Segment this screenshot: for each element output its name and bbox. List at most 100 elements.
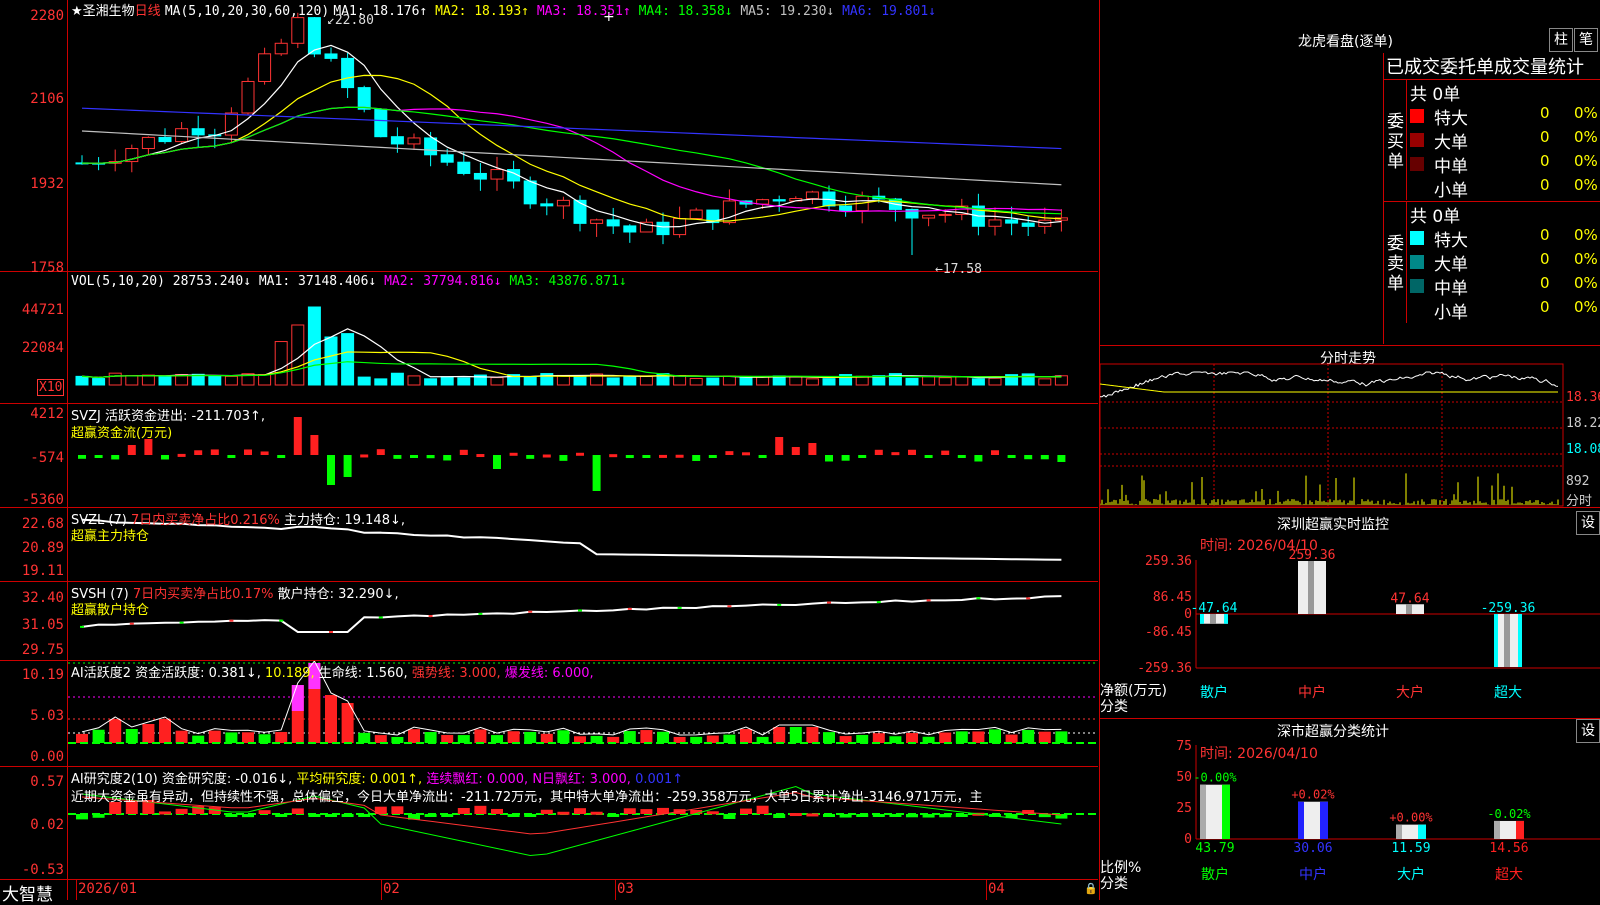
svzj-pane[interactable]: 4212 -574 -5360 SVZJ 活跃资金进出: -211.703↑, … bbox=[0, 404, 1098, 508]
fund-flow-bar bbox=[94, 455, 103, 458]
y-tick: -5360 bbox=[21, 492, 64, 508]
retail-position-tick bbox=[727, 605, 732, 608]
candle-body bbox=[357, 87, 371, 110]
ai-activity-bar bbox=[325, 695, 337, 743]
order-pct: 0% bbox=[1574, 176, 1598, 194]
candlestick-pane[interactable]: + 2280 2106 1932 1758 ★圣湘生物日线 MA(5,10,20… bbox=[0, 0, 1098, 277]
retail-position-tick bbox=[876, 601, 881, 604]
retail-position-tick bbox=[627, 607, 632, 610]
fund-flow-bar bbox=[841, 455, 850, 461]
intraday-vol-label: 分时 bbox=[1566, 494, 1593, 509]
research-bar bbox=[806, 813, 819, 817]
ai-research-pane[interactable]: 0.57 0.02 -0.53 AI研究度2(10) 资金研究度: -0.016… bbox=[0, 767, 1098, 880]
ai-activity-bar bbox=[640, 730, 653, 743]
y-tick: 44721 bbox=[21, 302, 64, 318]
research-bar bbox=[242, 814, 254, 818]
intraday-chart[interactable] bbox=[1100, 346, 1600, 507]
ai-activity-bar bbox=[76, 733, 88, 743]
volume-chart[interactable] bbox=[0, 272, 1098, 403]
y-tick: 4212 bbox=[30, 406, 64, 422]
y-tick: 22084 bbox=[21, 340, 64, 356]
ai-activity-bar bbox=[706, 735, 719, 743]
ai-activity-bar bbox=[92, 729, 105, 743]
ai-activity-pane[interactable]: 10.19 5.03 0.00 AI活跃度2 资金活跃度: 0.381↓, 10… bbox=[0, 661, 1098, 767]
sz-net-chart[interactable]: 259.3686.450-86.45-259.36-47.64散户259.36中… bbox=[1100, 508, 1600, 718]
dragon-tiger-title: 龙虎看盘(逐单) bbox=[1298, 34, 1393, 50]
order-count: 0 bbox=[1540, 274, 1550, 292]
order-pct: 0% bbox=[1574, 250, 1598, 268]
y-tick: 32.40 bbox=[21, 590, 64, 606]
svzl-pane[interactable]: 22.68 20.89 19.11 SVZL (7) 7日内买卖净占比0.216… bbox=[0, 508, 1098, 582]
order-count: 0 bbox=[1540, 128, 1550, 146]
ai-v4: 强势线: 3.000, bbox=[411, 666, 501, 681]
ai-activity-bar bbox=[374, 735, 387, 743]
volume-bar bbox=[1021, 373, 1035, 386]
volume-bar bbox=[955, 376, 969, 386]
fund-flow-bar bbox=[625, 455, 634, 459]
retail-position-tick bbox=[528, 610, 533, 613]
research-bar bbox=[789, 813, 802, 817]
intraday-y-tick: 18.36 bbox=[1566, 390, 1600, 405]
x-axis-bar[interactable]: 大智慧 2026/01 02 03 04 🔒 bbox=[0, 880, 1098, 905]
order-size-label: 小单 bbox=[1434, 303, 1468, 323]
ma-line-2 bbox=[81, 74, 1062, 222]
ai-activity-bar bbox=[109, 719, 122, 743]
volume-bar bbox=[971, 378, 985, 386]
fund-flow-bar bbox=[177, 453, 186, 457]
fund-flow-bar bbox=[791, 447, 800, 455]
volume-bar bbox=[988, 377, 1002, 386]
volume-bar bbox=[573, 376, 587, 386]
intraday-panel[interactable]: 分时走势 18.36 18.22 18.08 892 分时 bbox=[1100, 346, 1600, 509]
order-count: 0 bbox=[1540, 298, 1550, 316]
bar-value-label: -259.36 bbox=[1481, 601, 1536, 616]
y-tick: 25 bbox=[1176, 801, 1192, 816]
fund-flow-bar bbox=[194, 450, 203, 455]
svzl-sub: 超赢主力持仓 bbox=[71, 529, 150, 544]
svsh-pane[interactable]: 32.40 31.05 29.75 SVSH (7) 7日内买卖净占比0.17%… bbox=[0, 582, 1098, 661]
buy-total: 共 0单 bbox=[1410, 85, 1461, 105]
sz-class-panel: 深市超赢分类统计 设 时间: 2026/04/10 75 50 25 0 -0.00% 4… bbox=[1100, 719, 1600, 900]
order-pct: 0% bbox=[1574, 152, 1598, 170]
ai-activity-bar bbox=[889, 736, 902, 743]
chart-area[interactable]: + 2280 2106 1932 1758 ★圣湘生物日线 MA(5,10,20… bbox=[0, 0, 1098, 905]
ai-activity-bar bbox=[1038, 731, 1051, 743]
ai-activity-bar bbox=[408, 729, 420, 743]
buy-rows: 特大 0 0% 大单 0 0% 中单 0 0% 小单 0 0% bbox=[1406, 104, 1600, 201]
svzl-text1: 7日内买卖净占比0.216% bbox=[130, 513, 280, 528]
fund-flow-bar bbox=[393, 455, 402, 459]
vol-ma-values: MA1: 37148.406↓ MA2: 37794.816↓ MA3: 438… bbox=[259, 274, 627, 289]
retail-position-tick bbox=[677, 606, 682, 609]
sell-rows: 特大 0 0% 大单 0 0% 中单 0 0% 小单 0 0% bbox=[1406, 226, 1600, 323]
volume-bar bbox=[739, 376, 753, 386]
research-bar bbox=[607, 814, 620, 817]
candle-body bbox=[523, 180, 537, 205]
candle-body bbox=[175, 128, 189, 143]
lock-icon[interactable]: 🔒 bbox=[1084, 882, 1098, 895]
research-comment: 近期大资金虽有异动，但持续性不强，总体偏空，今日大单净流出：-211.72万元，… bbox=[71, 790, 983, 805]
sz-class-chart[interactable]: 75 50 25 0 -0.00% 43.79 散户 +0.02% 30.06 中户 +0.00% 1… bbox=[1100, 719, 1600, 900]
tick-mode-button[interactable]: 笔 bbox=[1574, 28, 1598, 52]
fund-flow-bar bbox=[891, 452, 900, 456]
svsh-text2: 散户持仓: 32.290↓, bbox=[277, 587, 399, 602]
candle-body bbox=[424, 137, 438, 156]
fund-flow-bar bbox=[293, 417, 302, 455]
volume-bar bbox=[390, 372, 404, 386]
ratio-bar-accent bbox=[1516, 820, 1524, 839]
research-bar bbox=[839, 814, 852, 818]
fund-flow-bar bbox=[941, 450, 950, 455]
ratio-bar-edge bbox=[1298, 801, 1304, 839]
svzj-sub: 超赢资金流(万元) bbox=[71, 426, 173, 441]
ma-value-5: MA5: 19.230↓ bbox=[732, 4, 835, 19]
bar-mode-button[interactable]: 柱 bbox=[1549, 28, 1573, 52]
candle-body bbox=[805, 191, 819, 200]
research-bar bbox=[557, 811, 570, 815]
volume-pane[interactable]: 44721 22084 X10 VOL(5,10,20) 28753.240↓ … bbox=[0, 272, 1098, 404]
volume-bar bbox=[689, 377, 703, 386]
period-label[interactable]: 日线 bbox=[135, 4, 161, 19]
sz-class-xlabel: 分类 bbox=[1100, 876, 1128, 892]
buy-side-label-box: 委买单 bbox=[1384, 80, 1407, 200]
fund-flow-bar bbox=[1007, 455, 1016, 458]
buy-row: 中单 0 0% bbox=[1406, 152, 1600, 177]
volume-bar bbox=[606, 377, 620, 386]
candlestick-chart[interactable]: + bbox=[0, 0, 1098, 271]
